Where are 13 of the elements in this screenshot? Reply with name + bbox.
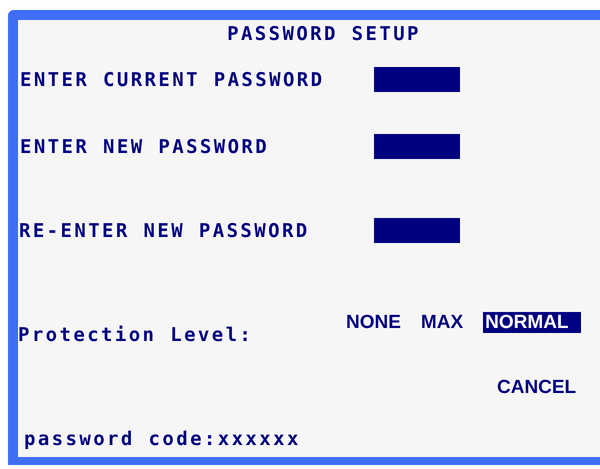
cancel-button[interactable]: CANCEL <box>497 377 576 399</box>
password-field[interactable] <box>374 134 460 159</box>
protection-option[interactable]: MAX <box>418 312 464 333</box>
protection-option[interactable]: NORMAL <box>483 312 582 333</box>
field-label: RE-ENTER NEW PASSWORD <box>19 220 311 242</box>
protection-option[interactable]: NONE <box>344 312 401 333</box>
password-field[interactable] <box>374 218 460 243</box>
password-code: password code:xxxxxx <box>24 428 302 450</box>
field-label: ENTER CURRENT PASSWORD <box>20 68 326 90</box>
protection-label: Protection Level: <box>18 324 254 346</box>
dialog-title: PASSWORD SETUP <box>227 23 421 45</box>
field-label: ENTER NEW PASSWORD <box>20 136 270 158</box>
password-field[interactable] <box>374 67 460 92</box>
